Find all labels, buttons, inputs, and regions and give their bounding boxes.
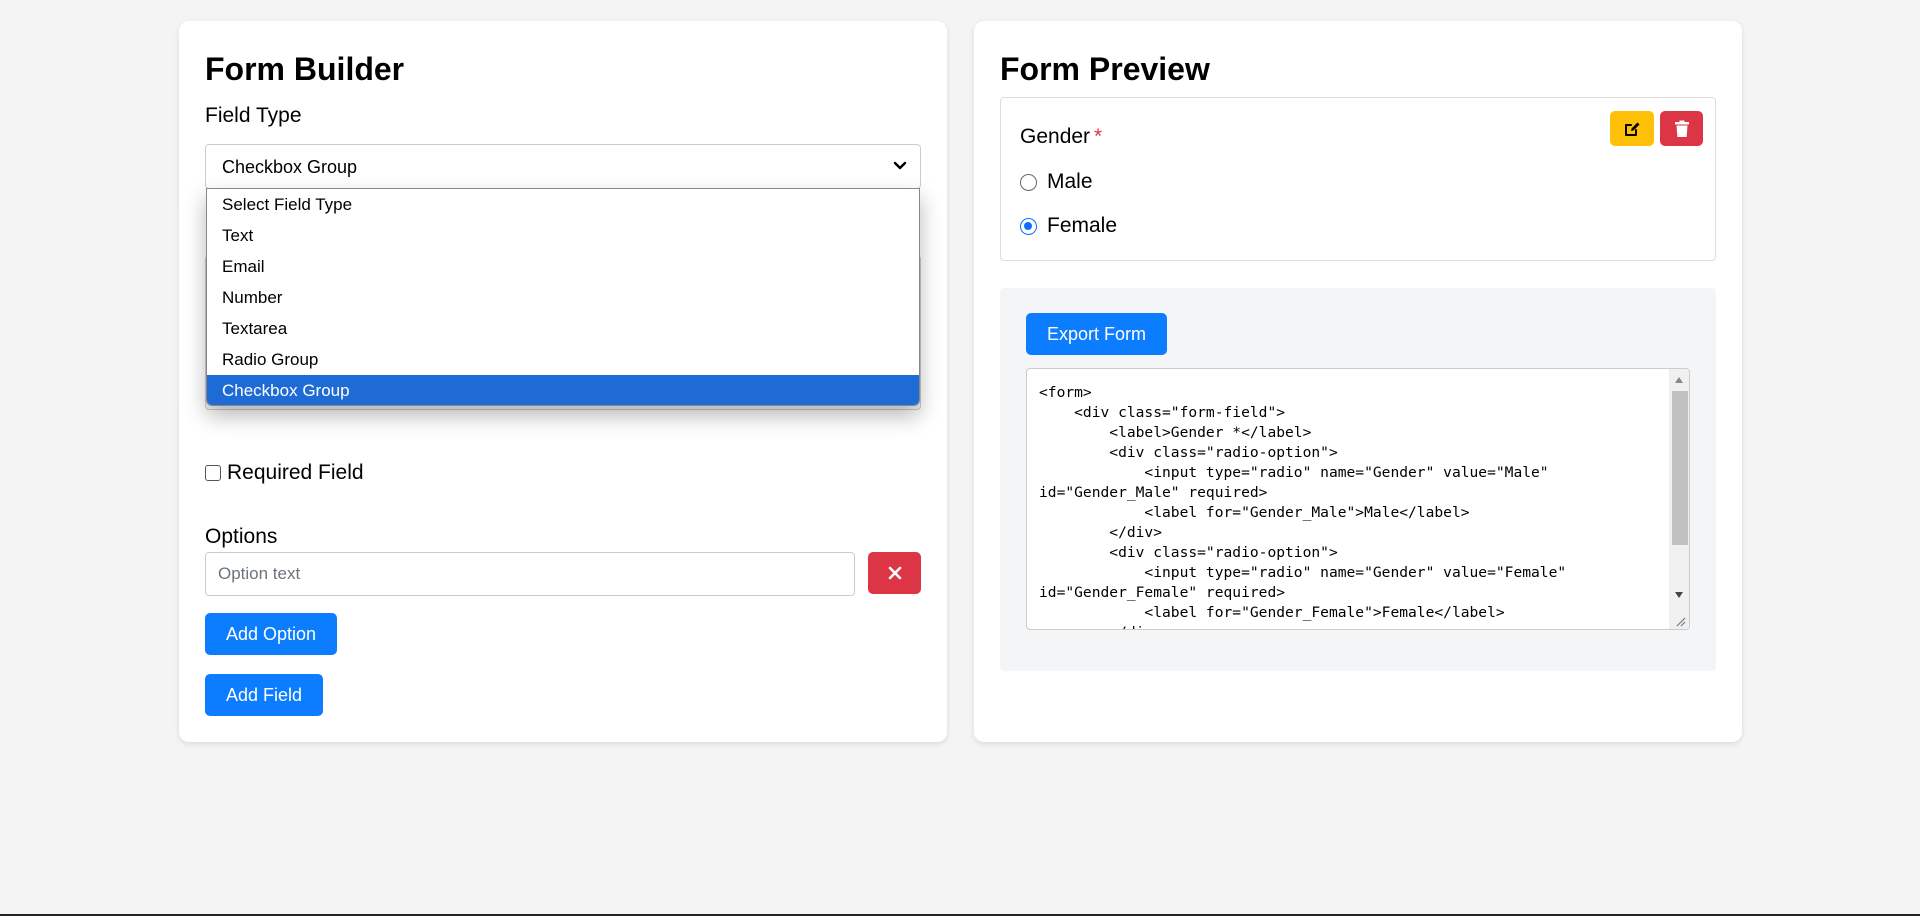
radio-button-female[interactable]: [1020, 217, 1037, 235]
chevron-down-icon: [893, 161, 907, 170]
preview-title: Form Preview: [1000, 51, 1210, 87]
preview-field-card: Gender * Male Female: [1000, 97, 1716, 261]
required-field-row: Required Field: [205, 461, 364, 485]
export-form-button[interactable]: Export Form: [1026, 313, 1167, 355]
exported-code-textarea[interactable]: <form> <div class="form-field"> <label>G…: [1026, 368, 1690, 630]
dropdown-option-number[interactable]: Number: [207, 282, 919, 313]
field-type-label: Field Type: [205, 104, 302, 127]
field-type-dropdown-list: Select Field Type Text Email Number Text…: [206, 188, 920, 406]
scroll-up-arrow-icon[interactable]: [1675, 377, 1683, 383]
export-section: Export Form <form> <div class="form-fiel…: [1000, 288, 1716, 671]
remove-option-button[interactable]: [868, 552, 921, 594]
dropdown-option-select-field-type[interactable]: Select Field Type: [207, 189, 919, 220]
add-option-button[interactable]: Add Option: [205, 613, 337, 655]
add-field-button[interactable]: Add Field: [205, 674, 323, 716]
pencil-square-icon: [1625, 122, 1640, 136]
dropdown-option-radio-group[interactable]: Radio Group: [207, 344, 919, 375]
field-label-text: Gender: [1020, 125, 1091, 148]
exported-code: <form> <div class="form-field"> <label>G…: [1039, 384, 1567, 629]
trash-icon: [1674, 120, 1689, 137]
dropdown-option-checkbox-group[interactable]: Checkbox Group: [207, 375, 919, 405]
options-label: Options: [205, 525, 278, 548]
builder-title: Form Builder: [205, 51, 405, 87]
dropdown-option-text[interactable]: Text: [207, 220, 919, 251]
radio-label-female: Female: [1047, 214, 1118, 237]
scrollbar-thumb[interactable]: [1672, 391, 1688, 545]
scroll-down-arrow-icon[interactable]: [1675, 592, 1683, 598]
radio-option-female[interactable]: Female: [1020, 214, 1117, 238]
form-builder-panel: Form Builder Field Type Checkbox Group S…: [179, 21, 947, 742]
radio-label-male: Male: [1047, 170, 1093, 193]
dropdown-option-email[interactable]: Email: [207, 251, 919, 282]
option-text-input[interactable]: [205, 552, 855, 596]
edit-field-button[interactable]: [1610, 111, 1654, 146]
form-preview-panel: Form Preview Gender * Male Female Export…: [974, 21, 1742, 742]
resize-handle-icon[interactable]: [1674, 615, 1686, 627]
required-checkbox[interactable]: [205, 465, 221, 481]
dropdown-option-textarea[interactable]: Textarea: [207, 313, 919, 344]
preview-field-label: Gender *: [1020, 125, 1102, 149]
field-type-select[interactable]: Checkbox Group: [205, 144, 921, 189]
field-type-selected-value: Checkbox Group: [222, 157, 358, 177]
code-scrollbar[interactable]: [1669, 369, 1689, 629]
close-icon: [888, 566, 901, 580]
required-field-label: Required Field: [227, 461, 364, 484]
required-marker: *: [1094, 125, 1103, 148]
radio-button-male[interactable]: [1020, 173, 1037, 191]
radio-option-male[interactable]: Male: [1020, 170, 1093, 194]
delete-field-button[interactable]: [1660, 111, 1703, 146]
